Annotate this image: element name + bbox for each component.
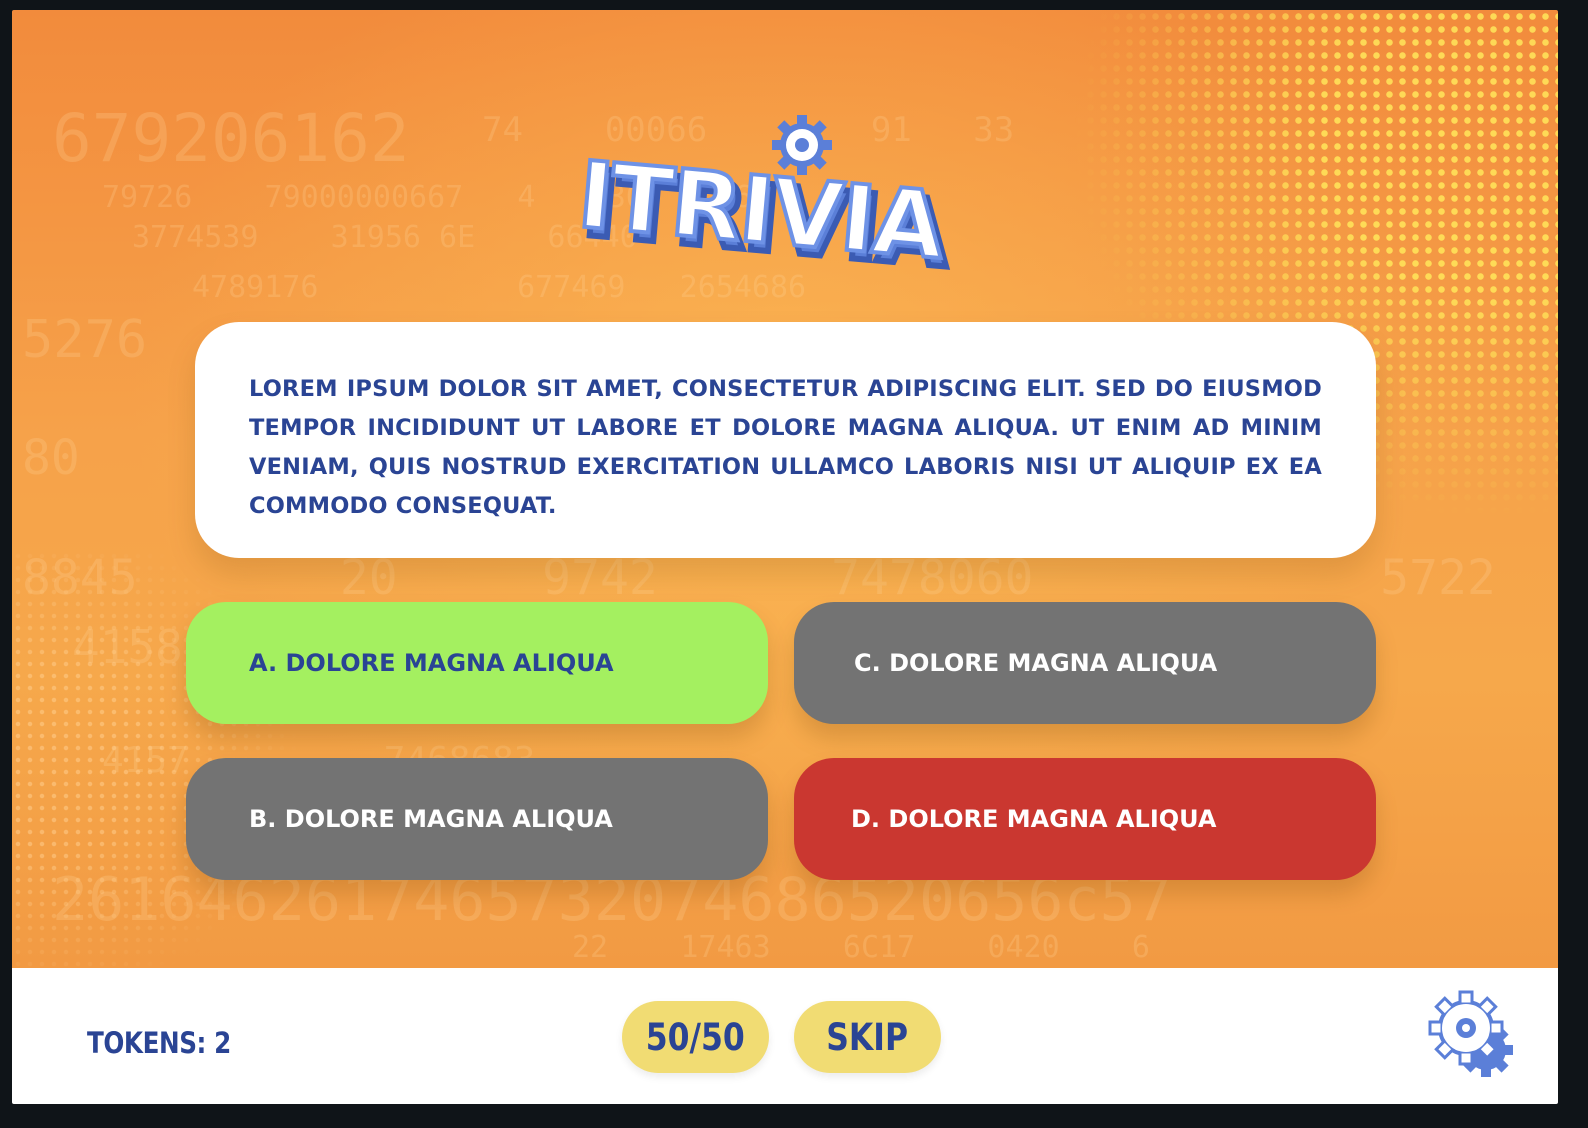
game-stage: 679206162 74 00066 4 91 33 79726 7900000… (12, 10, 1558, 968)
question-card: LOREM IPSUM DOLOR SIT AMET, CONSECTETUR … (195, 322, 1376, 558)
answer-c-label: C. DOLORE MAGNA ALIQUA (854, 649, 1218, 677)
answer-d-button[interactable]: D. DOLORE MAGNA ALIQUA (794, 758, 1376, 880)
tokens-counter: TOKENS: 2 (87, 1026, 231, 1060)
answer-b-label: B. DOLORE MAGNA ALIQUA (249, 805, 613, 833)
skip-label: SKIP (826, 1015, 909, 1059)
logo-gear-icon (772, 115, 832, 175)
background-digits: 3774539 31956 6E 66440 (132, 220, 638, 255)
fifty-fifty-label: 50/50 (645, 1015, 746, 1059)
bottom-bar: TOKENS: 2 50/50 SKIP (12, 968, 1558, 1104)
answer-a-label: A. DOLORE MAGNA ALIQUA (249, 649, 614, 677)
answer-a-button[interactable]: A. DOLORE MAGNA ALIQUA (186, 602, 768, 724)
background-digits: 5276 (22, 310, 148, 370)
background-digits: 22 17463 6C17 0420 6 (572, 930, 1150, 965)
background-digits: 679206162 (52, 100, 410, 177)
answer-b-button[interactable]: B. DOLORE MAGNA ALIQUA (186, 758, 768, 880)
answer-c-button[interactable]: C. DOLORE MAGNA ALIQUA (794, 602, 1376, 724)
background-digits: 8845 20 9742 7478060 5722 65 (22, 550, 1558, 606)
fifty-fifty-button[interactable]: 50/50 (622, 1001, 769, 1073)
background-digits: 80 (22, 430, 80, 486)
logo-graphic: ITRIVIA ITRIVIA (572, 115, 957, 291)
game-window: 679206162 74 00066 4 91 33 79726 7900000… (12, 10, 1558, 1104)
settings-button[interactable] (1424, 988, 1524, 1088)
answer-d-label: D. DOLORE MAGNA ALIQUA (851, 805, 1217, 833)
question-text: LOREM IPSUM DOLOR SIT AMET, CONSECTETUR … (249, 376, 1322, 519)
gear-icon (1428, 990, 1513, 1077)
itrivia-logo: ITRIVIA ITRIVIA (567, 110, 997, 291)
skip-button[interactable]: SKIP (794, 1001, 941, 1073)
